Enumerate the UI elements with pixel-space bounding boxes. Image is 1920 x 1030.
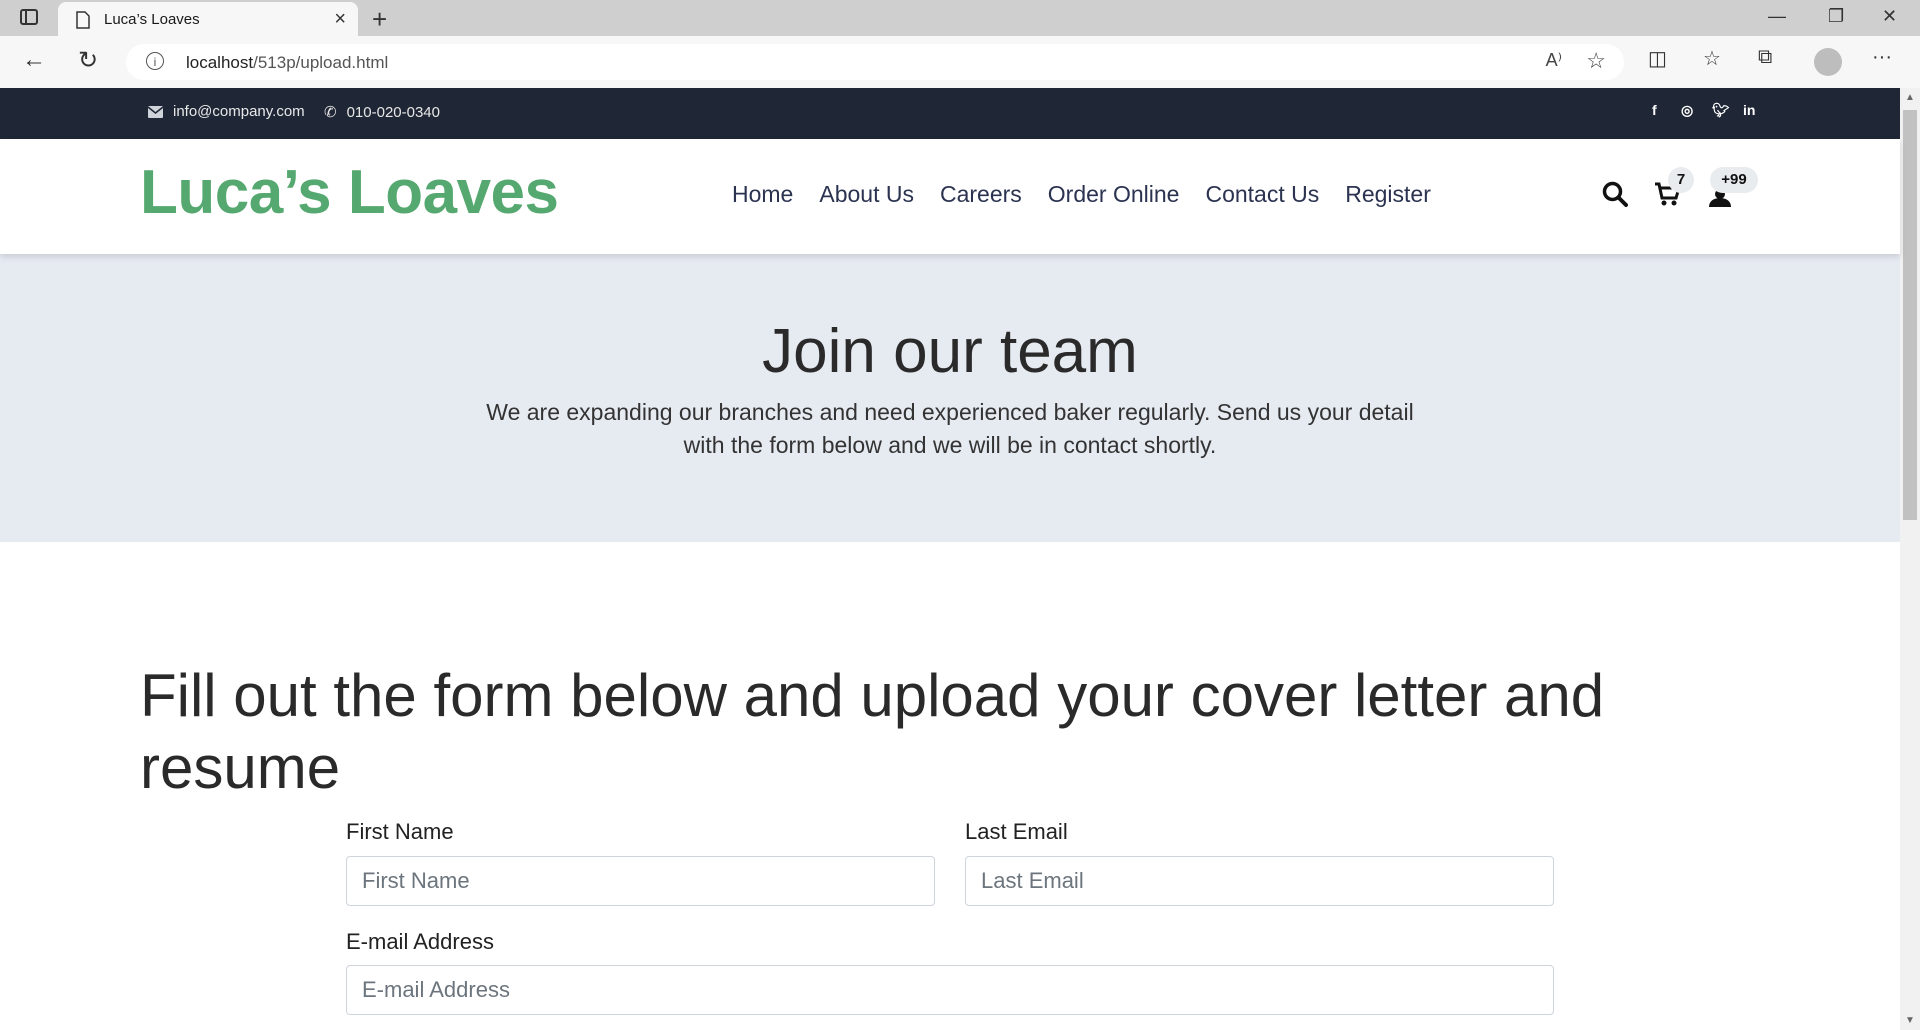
restore-icon[interactable]: ❐ bbox=[1828, 6, 1844, 27]
hero-section: Join our team We are expanding our branc… bbox=[0, 254, 1900, 542]
document-icon bbox=[76, 11, 90, 29]
new-tab-icon[interactable]: + bbox=[372, 4, 387, 35]
browser-tab[interactable]: Luca’s Loaves × bbox=[58, 2, 358, 36]
hero-title: Join our team bbox=[762, 317, 1138, 386]
site-logo[interactable]: Luca’s Loaves bbox=[140, 157, 559, 228]
close-tab-icon[interactable]: × bbox=[334, 8, 346, 31]
form-title: Fill out the form below and upload your … bbox=[140, 662, 1605, 801]
email-address-label: E-mail Address bbox=[346, 929, 494, 954]
first-name-input[interactable] bbox=[346, 856, 935, 906]
contact-email[interactable]: info@company.com bbox=[148, 103, 305, 120]
twitter-icon[interactable]: 🐦︎ bbox=[1712, 102, 1730, 119]
nav-about-us[interactable]: About Us bbox=[819, 181, 914, 208]
browser-address-bar: ← ↻ i localhost/513p/upload.html A⁾ ☆ ◫ … bbox=[0, 36, 1920, 89]
page-scrollbar[interactable]: ▲ ▼ bbox=[1900, 88, 1920, 1030]
nav-careers[interactable]: Careers bbox=[940, 181, 1022, 208]
refresh-icon[interactable]: ↻ bbox=[78, 46, 98, 75]
tab-title: Luca’s Loaves bbox=[104, 11, 200, 28]
instagram-icon[interactable]: ◎ bbox=[1681, 102, 1693, 119]
read-aloud-icon[interactable]: A⁾ bbox=[1546, 50, 1562, 71]
favorites-icon[interactable]: ☆ bbox=[1703, 46, 1721, 71]
profile-avatar[interactable] bbox=[1814, 48, 1842, 76]
phone-icon: ✆ bbox=[324, 104, 337, 121]
search-icon[interactable] bbox=[1602, 181, 1628, 207]
contact-phone[interactable]: ✆ 010-020-0340 bbox=[324, 103, 440, 122]
main-nav: Home About Us Careers Order Online Conta… bbox=[732, 181, 1431, 208]
nav-order-online[interactable]: Order Online bbox=[1048, 181, 1180, 208]
split-screen-icon[interactable]: ◫ bbox=[1648, 46, 1667, 71]
nav-contact-us[interactable]: Contact Us bbox=[1205, 181, 1319, 208]
envelope-icon bbox=[148, 105, 163, 118]
add-favorite-icon[interactable]: ☆ bbox=[1586, 48, 1606, 74]
more-options-icon[interactable]: ··· bbox=[1872, 46, 1892, 69]
scroll-down-icon[interactable]: ▼ bbox=[1905, 1015, 1915, 1026]
close-window-icon[interactable]: ✕ bbox=[1882, 6, 1897, 27]
last-email-input[interactable] bbox=[965, 856, 1554, 906]
browser-tab-bar: Luca’s Loaves × + — ❐ ✕ bbox=[0, 0, 1920, 36]
cart-count-badge: 7 bbox=[1668, 167, 1694, 193]
scrollbar-thumb[interactable] bbox=[1903, 110, 1917, 520]
linkedin-icon[interactable]: in bbox=[1743, 102, 1755, 118]
site-header: Luca’s Loaves Home About Us Careers Orde… bbox=[0, 139, 1900, 254]
nav-home[interactable]: Home bbox=[732, 181, 793, 208]
hero-text: We are expanding our branches and need e… bbox=[486, 399, 1414, 458]
minimize-icon[interactable]: — bbox=[1768, 6, 1786, 27]
top-contact-bar: info@company.com ✆ 010-020-0340 f ◎ 🐦︎ i… bbox=[0, 88, 1900, 139]
collections-icon[interactable]: ⧉ bbox=[1758, 46, 1772, 69]
nav-register[interactable]: Register bbox=[1345, 181, 1431, 208]
user-count-badge: +99 bbox=[1710, 167, 1758, 193]
sidebar-toggle-icon[interactable] bbox=[20, 9, 38, 25]
url-field[interactable]: i localhost/513p/upload.html A⁾ ☆ bbox=[126, 44, 1624, 80]
scroll-up-icon[interactable]: ▲ bbox=[1905, 92, 1915, 103]
facebook-icon[interactable]: f bbox=[1652, 102, 1657, 118]
url-text[interactable]: localhost/513p/upload.html bbox=[186, 53, 388, 73]
site-info-icon[interactable]: i bbox=[146, 52, 164, 70]
first-name-label: First Name bbox=[346, 819, 454, 844]
last-email-label: Last Email bbox=[965, 819, 1068, 844]
back-icon[interactable]: ← bbox=[22, 46, 46, 74]
email-address-input[interactable] bbox=[346, 965, 1554, 1015]
